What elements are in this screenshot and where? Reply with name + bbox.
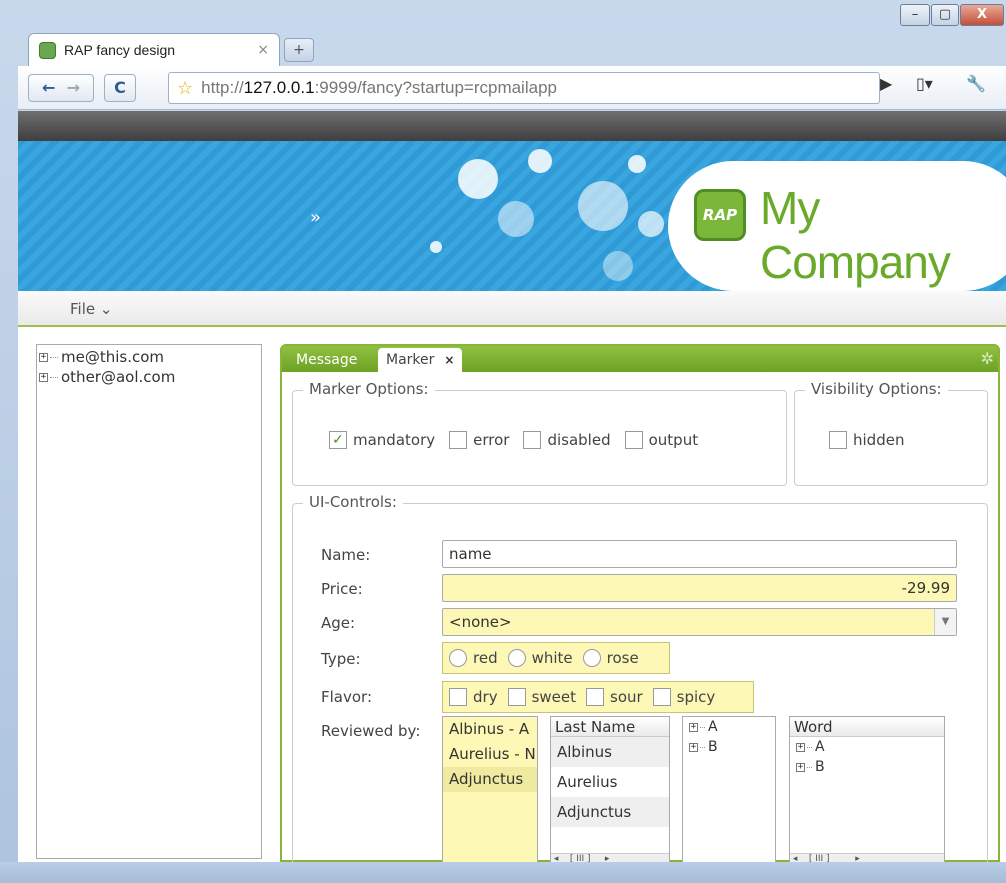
new-tab-button[interactable]: + [284, 38, 314, 62]
tree-item[interactable]: + A [683, 717, 775, 737]
radio-white[interactable]: white [507, 649, 573, 667]
header-dark-bar [18, 111, 1006, 141]
flavor-label: Flavor: [321, 688, 372, 706]
list-item[interactable]: Adjunctus [443, 767, 537, 792]
flavor-checkbox-group: dry sweet sour spicy [442, 681, 754, 713]
reviewers-table[interactable]: Last Name Albinus Aurelius Adjunctus ◂ [… [550, 716, 670, 866]
reviewed-label: Reviewed by: [321, 722, 421, 740]
browser-tab[interactable]: RAP fancy design × [28, 33, 280, 66]
maximize-button[interactable]: ▢ [931, 4, 959, 26]
tree-item[interactable]: + other@aol.com [39, 367, 259, 387]
menu-bar: File ⌄ [18, 291, 1006, 327]
reviewers-list[interactable]: Albinus - A Aurelius - N Adjunctus [442, 716, 538, 866]
type-radio-group: red white rose [442, 642, 670, 674]
tree-item[interactable]: + me@this.com [39, 347, 259, 367]
disabled-checkbox[interactable]: disabled [523, 431, 611, 449]
radio-rose[interactable]: rose [582, 649, 639, 667]
mail-account-tree[interactable]: + me@this.com + other@aol.com [36, 344, 262, 859]
expand-icon[interactable]: + [39, 352, 48, 362]
table-row[interactable]: Aurelius [551, 767, 669, 797]
back-arrow-icon[interactable]: ← [42, 78, 55, 97]
mandatory-checkbox[interactable]: ✓ mandatory [329, 431, 435, 449]
expand-icon[interactable]: + [39, 372, 48, 382]
back-forward-buttons[interactable]: ← → [28, 74, 94, 102]
age-label: Age: [321, 614, 356, 632]
wrench-icon[interactable]: 🔧 [966, 74, 986, 93]
tab-close-icon[interactable]: × [257, 42, 269, 58]
page-menu-icon[interactable]: ▯▾ [916, 74, 933, 93]
tree-item[interactable]: + B [683, 737, 775, 757]
hidden-checkbox[interactable]: hidden [829, 431, 904, 449]
company-banner: RAP My Company » [18, 141, 1006, 291]
rap-logo-icon: RAP [694, 189, 746, 241]
type-label: Type: [321, 650, 361, 668]
visibility-options-group: Visibility Options: hidden [794, 380, 988, 486]
column-header[interactable]: Word [790, 717, 944, 737]
browser-toolbar: ← → C ☆ http://127.0.0.1:9999/fancy?star… [18, 66, 1006, 110]
sweet-checkbox[interactable]: sweet [507, 688, 576, 706]
name-label: Name: [321, 546, 371, 564]
error-checkbox[interactable]: error [449, 431, 509, 449]
company-name: My Company [760, 182, 951, 288]
chevron-down-icon[interactable]: ▼ [934, 609, 956, 635]
age-dropdown[interactable]: <none> ▼ [442, 608, 957, 636]
table-row[interactable]: Albinus [551, 737, 669, 767]
output-checkbox[interactable]: output [624, 431, 698, 449]
tab-marker[interactable]: Marker × [378, 348, 463, 372]
gear-icon[interactable]: ✲ [981, 349, 994, 368]
tree-item[interactable]: + A [790, 737, 944, 757]
rap-favicon-icon [39, 41, 56, 59]
editor-tab-strip: Message Marker × ✲ [282, 346, 998, 372]
forward-arrow-icon[interactable]: → [67, 78, 80, 97]
list-item[interactable]: Aurelius - N [443, 742, 537, 767]
group-title: Marker Options: [303, 380, 435, 398]
file-menu[interactable]: File ⌄ [70, 300, 112, 318]
group-title: Visibility Options: [805, 380, 948, 398]
reload-button[interactable]: C [104, 74, 136, 102]
marker-options-group: Marker Options: ✓ mandatory error disable… [292, 380, 787, 486]
radio-red[interactable]: red [449, 649, 498, 667]
reload-icon: C [114, 78, 126, 97]
group-title: UI-Controls: [303, 493, 403, 511]
sour-checkbox[interactable]: sour [586, 688, 643, 706]
play-icon[interactable]: ▶ [880, 74, 892, 93]
tree-item[interactable]: + B [790, 757, 944, 777]
column-header[interactable]: Last Name [551, 717, 669, 737]
table-row[interactable]: Adjunctus [551, 797, 669, 827]
spicy-checkbox[interactable]: spicy [652, 688, 715, 706]
url-text[interactable]: http://127.0.0.1:9999/fancy?startup=rcpm… [201, 78, 557, 98]
minimize-button[interactable]: – [900, 4, 930, 26]
banner-arrow-icon[interactable]: » [310, 207, 321, 228]
dry-checkbox[interactable]: dry [449, 688, 498, 706]
editor-panel: Message Marker × ✲ Marker Options: ✓ manda… [280, 344, 1000, 873]
tab-message[interactable]: Message [288, 348, 365, 372]
word-tree-table[interactable]: Word + A + B ◂ [ III ] ▸ [789, 716, 945, 866]
window-bottom-frame [0, 862, 1006, 883]
tab-title: RAP fancy design [64, 42, 176, 58]
checkmark-icon: ✓ [329, 431, 347, 449]
reviewers-tree[interactable]: + A + B [682, 716, 776, 866]
browser-window: – ▢ X RAP fancy design × + ← → C ☆ http:… [0, 0, 1006, 883]
close-window-button[interactable]: X [960, 4, 1004, 26]
web-page: RAP My Company » File ⌄ + me@this.com + … [18, 111, 1006, 883]
list-item[interactable]: Albinus - A [443, 717, 537, 742]
star-bookmark-icon[interactable]: ☆ [177, 78, 193, 99]
price-label: Price: [321, 580, 363, 598]
address-bar[interactable]: ☆ http://127.0.0.1:9999/fancy?startup=rc… [168, 72, 880, 104]
ui-controls-group: UI-Controls: Name: name Price: -29.99 Ag… [292, 493, 988, 873]
window-titlebar: – ▢ X [0, 0, 1006, 30]
close-tab-icon[interactable]: × [444, 353, 454, 367]
price-input[interactable]: -29.99 [442, 574, 957, 602]
name-input[interactable]: name [442, 540, 957, 568]
